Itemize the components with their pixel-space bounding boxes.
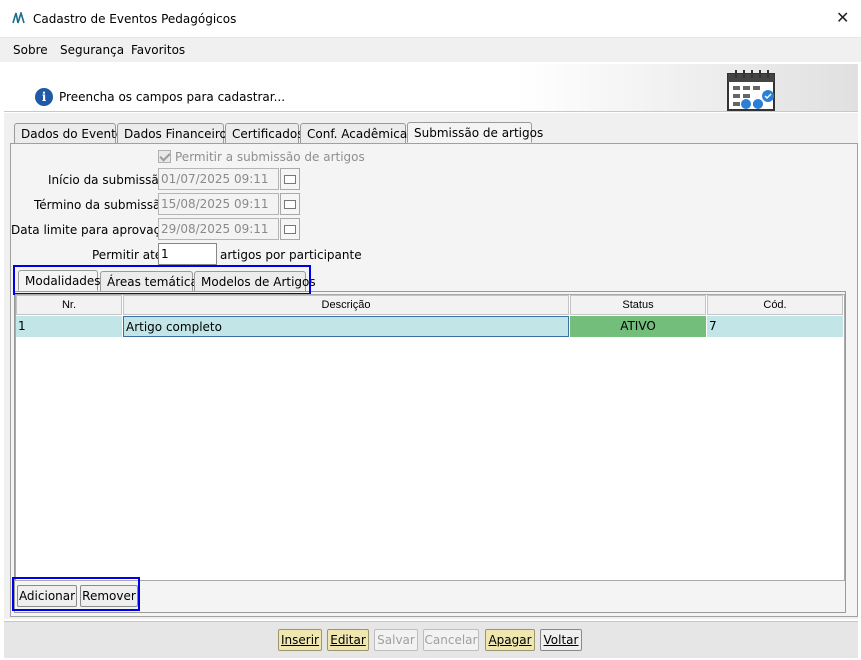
start-label: Início da submissão: [48, 173, 171, 187]
app-logo-icon [12, 12, 25, 24]
approval-label: Data limite para aprovação: [11, 223, 179, 237]
end-date-picker-icon[interactable] [280, 193, 300, 215]
modalidades-table[interactable] [15, 294, 845, 581]
allow-until-label: Permitir até: [92, 248, 167, 262]
tab-conf-academicas[interactable]: Conf. Acadêmicas [300, 123, 413, 143]
menu-item-sobre[interactable]: Sobre [13, 43, 48, 57]
cell-cod[interactable]: 7 [707, 316, 843, 337]
menu-item-favoritos[interactable]: Favoritos [131, 43, 185, 57]
cell-descricao[interactable]: Artigo completo [123, 316, 569, 337]
allow-submission-checkbox[interactable] [158, 150, 171, 163]
info-banner: i Preencha os campos para cadastrar... [4, 64, 858, 112]
back-button[interactable]: Voltar [540, 629, 582, 651]
start-date-picker-icon[interactable] [280, 168, 300, 190]
end-label: Término da submissão: [34, 198, 172, 212]
column-header-descricao[interactable]: Descrição [123, 295, 569, 315]
delete-button[interactable]: Apagar [485, 629, 535, 651]
column-header-cod[interactable]: Cód. [707, 295, 843, 315]
cell-nr[interactable]: 1 [16, 316, 122, 337]
insert-button[interactable]: Inserir [278, 629, 322, 651]
approval-date-field[interactable]: 29/08/2025 09:11 [158, 218, 279, 240]
start-date-field[interactable]: 01/07/2025 09:11 [158, 168, 279, 190]
column-header-nr[interactable]: Nr. [16, 295, 122, 315]
approval-date-picker-icon[interactable] [280, 218, 300, 240]
column-header-status[interactable]: Status [570, 295, 706, 315]
banner-message: Preencha os campos para cadastrar... [59, 90, 286, 104]
allow-until-field[interactable]: 1 [158, 243, 217, 265]
per-participant-label: artigos por participante [220, 248, 362, 262]
tab-submissao-de-artigos[interactable]: Submissão de artigos [407, 122, 543, 143]
menu-bar: Sobre Segurança Favoritos [0, 38, 861, 62]
allow-submission-label: Permitir a submissão de artigos [175, 150, 365, 164]
info-icon: i [35, 88, 53, 106]
end-date-field[interactable]: 15/08/2025 09:11 [158, 193, 279, 215]
list-buttons-highlight [12, 577, 140, 611]
edit-button[interactable]: Editar [327, 629, 369, 651]
title-bar: Cadastro de Eventos Pedagógicos ✕ [0, 0, 861, 38]
tab-dados-financeiros[interactable]: Dados Financeiros [117, 123, 233, 143]
calendar-icon [727, 70, 775, 111]
tab-certificados[interactable]: Certificados [225, 123, 303, 143]
save-button[interactable]: Salvar [374, 629, 418, 651]
menu-item-seguranca[interactable]: Segurança [60, 43, 124, 57]
close-icon[interactable]: ✕ [836, 8, 849, 27]
window-title: Cadastro de Eventos Pedagógicos [33, 12, 237, 26]
subtabs-highlight [13, 265, 311, 295]
tab-dados-do-evento[interactable]: Dados do Evento [14, 123, 123, 143]
cell-status[interactable]: ATIVO [570, 316, 706, 337]
cancel-button[interactable]: Cancelar [423, 629, 479, 651]
